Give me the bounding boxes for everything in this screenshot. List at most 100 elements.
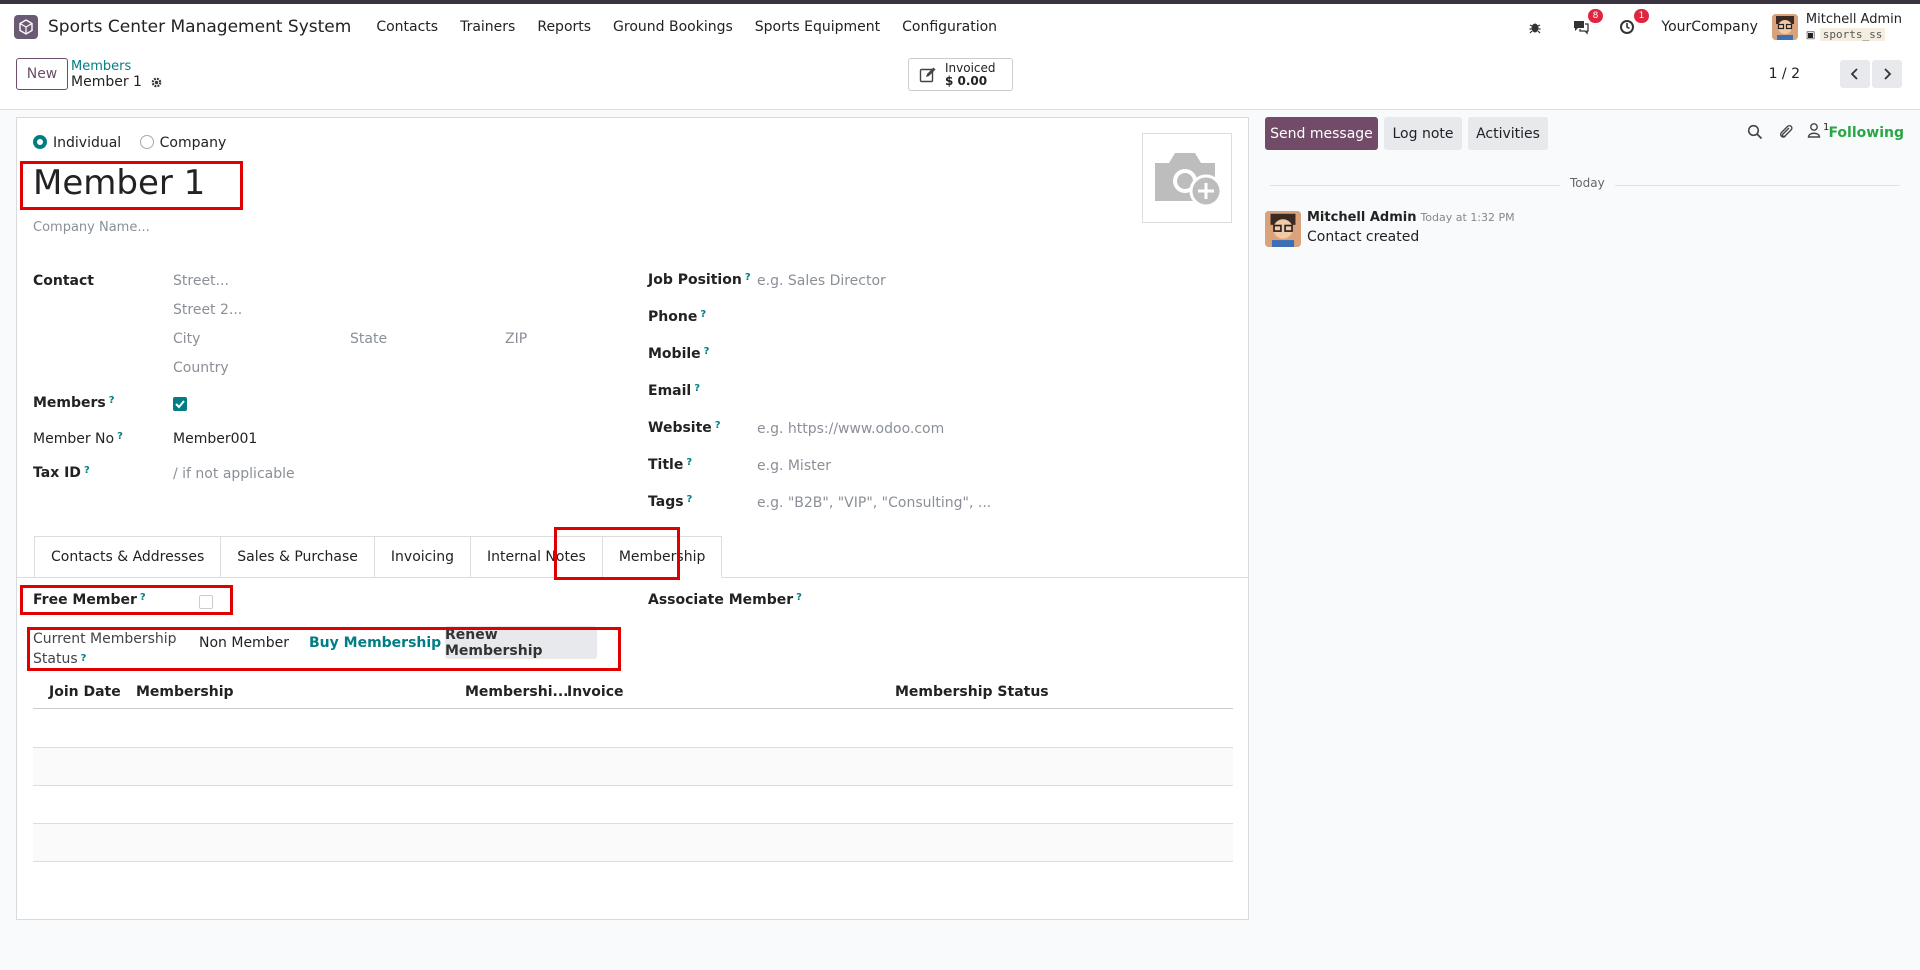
- chevron-right-icon: [1884, 68, 1892, 80]
- menu-sports-equipment[interactable]: Sports Equipment: [755, 19, 880, 35]
- city-input[interactable]: City: [173, 331, 200, 347]
- members-label: Members?: [33, 395, 115, 411]
- tab-contacts-addresses[interactable]: Contacts & Addresses: [34, 536, 221, 578]
- message-author-avatar[interactable]: [1265, 211, 1301, 247]
- members-label-text: Members: [33, 395, 106, 411]
- messages-icon[interactable]: 8: [1569, 9, 1604, 39]
- phone-help-icon[interactable]: ?: [700, 309, 706, 320]
- country-input[interactable]: Country: [173, 360, 229, 376]
- table-row: [33, 710, 1233, 748]
- membership-status-label-line1: Current Membership: [33, 631, 177, 647]
- user-icon: [1807, 123, 1821, 138]
- tax-id-label-text: Tax ID: [33, 465, 81, 481]
- column-membership-fee[interactable]: Membershi...: [465, 684, 569, 700]
- user-name: Mitchell Admin: [1805, 11, 1902, 27]
- buy-membership-button[interactable]: Buy Membership: [309, 635, 441, 651]
- zip-input[interactable]: ZIP: [505, 331, 527, 347]
- mobile-help-icon[interactable]: ?: [704, 346, 710, 357]
- menu-ground-bookings[interactable]: Ground Bookings: [613, 19, 733, 35]
- followers-button[interactable]: 1: [1807, 122, 1829, 138]
- column-membership[interactable]: Membership: [136, 684, 234, 700]
- avatar-upload[interactable]: [1142, 133, 1232, 223]
- membership-status-value: Non Member: [199, 635, 289, 651]
- activity-badge: 1: [1633, 9, 1650, 23]
- app-logo-icon[interactable]: [14, 15, 38, 39]
- pager-next-button[interactable]: [1872, 60, 1902, 88]
- activities-button[interactable]: Activities: [1468, 117, 1548, 150]
- column-membership-status[interactable]: Membership Status: [895, 684, 1049, 700]
- tab-sales-purchase[interactable]: Sales & Purchase: [220, 536, 374, 578]
- website-help-icon[interactable]: ?: [715, 420, 721, 431]
- table-row: [33, 824, 1233, 862]
- message-body: Contact created: [1307, 229, 1420, 245]
- invoiced-value: $ 0.00: [945, 73, 988, 88]
- membership-status-help-icon[interactable]: ?: [81, 653, 87, 664]
- member-name-field[interactable]: Member 1: [33, 163, 205, 203]
- member-no-field[interactable]: Member001: [173, 431, 257, 447]
- date-divider: Today: [1560, 176, 1615, 190]
- debug-bug-icon[interactable]: [1523, 15, 1547, 39]
- state-input[interactable]: State: [350, 331, 387, 347]
- menu-reports[interactable]: Reports: [537, 19, 591, 35]
- search-icon[interactable]: [1747, 124, 1763, 140]
- table-row: [33, 786, 1233, 824]
- free-member-help-icon[interactable]: ?: [140, 592, 146, 603]
- phone-label: Phone?: [648, 309, 706, 325]
- members-help-icon[interactable]: ?: [109, 395, 115, 406]
- pager-value[interactable]: 1 / 2: [1769, 66, 1800, 82]
- user-avatar[interactable]: [1771, 14, 1798, 40]
- renew-membership-button[interactable]: Renew Membership: [445, 626, 597, 659]
- new-button[interactable]: New: [16, 58, 68, 90]
- radio-individual[interactable]: Individual: [33, 135, 121, 151]
- menu-configuration[interactable]: Configuration: [902, 19, 997, 35]
- street2-input[interactable]: Street 2...: [173, 302, 242, 318]
- user-menu[interactable]: Mitchell Admin ▣ sports_ss: [1806, 12, 1902, 43]
- street-input[interactable]: Street...: [173, 273, 229, 289]
- email-help-icon[interactable]: ?: [694, 383, 700, 394]
- activity-clock-icon[interactable]: 1: [1615, 9, 1650, 39]
- job-position-input[interactable]: e.g. Sales Director: [757, 273, 886, 289]
- contact-label: Contact: [33, 273, 94, 289]
- tags-input[interactable]: e.g. "B2B", "VIP", "Consulting", ...: [757, 495, 991, 511]
- free-member-checkbox[interactable]: [199, 595, 213, 609]
- tags-help-icon[interactable]: ?: [687, 494, 693, 505]
- paperclip-icon[interactable]: [1778, 123, 1794, 141]
- job-position-label-text: Job Position: [648, 272, 742, 288]
- column-join-date[interactable]: Join Date: [49, 684, 121, 700]
- tax-id-input[interactable]: / if not applicable: [173, 466, 295, 482]
- website-input[interactable]: e.g. https://www.odoo.com: [757, 421, 944, 437]
- company-name-input[interactable]: Company Name...: [33, 220, 150, 235]
- invoiced-smart-button[interactable]: Invoiced $ 0.00: [908, 58, 1013, 91]
- messages-badge: 8: [1587, 9, 1604, 23]
- title-label-text: Title: [648, 457, 684, 473]
- log-note-button[interactable]: Log note: [1384, 117, 1462, 150]
- title-input[interactable]: e.g. Mister: [757, 458, 831, 474]
- app-name[interactable]: Sports Center Management System: [48, 17, 351, 37]
- title-help-icon[interactable]: ?: [686, 457, 692, 468]
- form-sheet: Individual Company Member 1 Company Name…: [16, 117, 1249, 920]
- column-invoice[interactable]: Invoice: [567, 684, 624, 700]
- pager-previous-button[interactable]: [1840, 60, 1870, 88]
- message-author[interactable]: Mitchell Admin Today at 1:32 PM: [1307, 210, 1515, 225]
- website-label-text: Website: [648, 420, 712, 436]
- member-no-help-icon[interactable]: ?: [117, 431, 123, 442]
- send-message-button[interactable]: Send message: [1265, 117, 1378, 150]
- tab-invoicing[interactable]: Invoicing: [373, 536, 470, 578]
- tab-internal-notes[interactable]: Internal Notes: [470, 536, 602, 578]
- associate-member-help-icon[interactable]: ?: [796, 592, 802, 603]
- message-author-name: Mitchell Admin: [1307, 210, 1417, 225]
- following-button[interactable]: Following: [1828, 125, 1904, 141]
- breadcrumb-current: Member 1: [71, 74, 163, 90]
- menu-trainers[interactable]: Trainers: [460, 19, 515, 35]
- radio-company[interactable]: Company: [139, 135, 226, 151]
- members-checkbox[interactable]: [173, 397, 187, 411]
- job-position-help-icon[interactable]: ?: [745, 272, 751, 283]
- tab-membership[interactable]: Membership: [601, 536, 723, 578]
- gear-icon[interactable]: [150, 76, 163, 89]
- company-switcher[interactable]: YourCompany: [1661, 19, 1758, 35]
- member-no-label: Member No?: [33, 431, 123, 447]
- tags-label-text: Tags: [648, 494, 684, 510]
- breadcrumb-members[interactable]: Members: [71, 59, 131, 74]
- tax-id-help-icon[interactable]: ?: [84, 465, 90, 476]
- menu-contacts[interactable]: Contacts: [376, 19, 438, 35]
